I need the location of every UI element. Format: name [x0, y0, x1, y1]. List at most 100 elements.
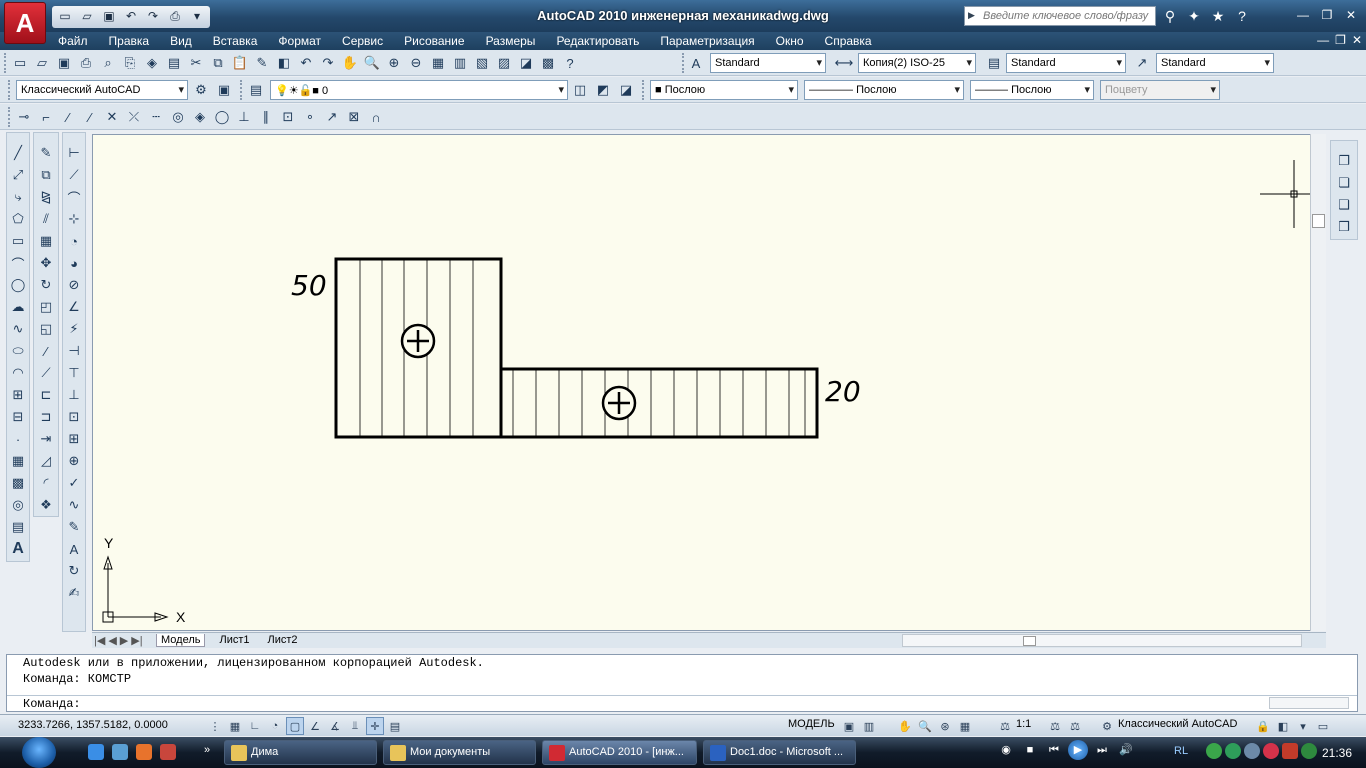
tolerance-icon[interactable]: ⊞ [64, 429, 84, 449]
make-block-icon[interactable]: ⊟ [8, 407, 28, 427]
quick-view-layouts-icon[interactable]: ▣ [840, 717, 858, 735]
favorites-star-icon[interactable]: ★ [1208, 6, 1228, 26]
media-player-icon[interactable]: ◉ [996, 740, 1016, 760]
snap-tangent-icon[interactable]: ◯ [212, 107, 232, 127]
toolbar-grip[interactable] [4, 53, 7, 73]
command-input[interactable]: Команда: [7, 695, 1357, 712]
snap-insert-icon[interactable]: ⊡ [278, 107, 298, 127]
menu-item[interactable]: Вставка [213, 34, 258, 48]
last-tab-icon[interactable]: ▶| [131, 634, 142, 647]
undo-icon[interactable]: ↶ [296, 53, 316, 73]
break-icon[interactable]: ⊐ [36, 407, 56, 427]
menu-item[interactable]: Формат [278, 34, 321, 48]
insert-block-icon[interactable]: ⊞ [8, 385, 28, 405]
arc-length-icon[interactable]: ⌒ [64, 187, 84, 207]
angular-icon[interactable]: ∠ [64, 297, 84, 317]
sheet-set-manager-icon[interactable]: ▨ [494, 53, 514, 73]
revcloud-icon[interactable]: ☁ [8, 297, 28, 317]
chamfer-icon[interactable]: ◿ [36, 451, 56, 471]
linetype-select[interactable]: ———— Послою [804, 80, 964, 100]
update-tray-icon[interactable] [1301, 743, 1317, 759]
markup-icon[interactable]: ◪ [516, 53, 536, 73]
ortho-icon[interactable]: ∟ [246, 717, 264, 735]
command-scrollbar[interactable] [1269, 697, 1349, 709]
stop-icon[interactable]: ■ [1020, 740, 1040, 760]
block-editor-icon[interactable]: ◧ [274, 53, 294, 73]
annotation-visibility-icon[interactable]: ⚖ [1046, 717, 1064, 735]
mtext-icon[interactable]: A [8, 539, 28, 559]
aligned-dim-icon[interactable]: ⟋ [64, 165, 84, 185]
dim-style-select[interactable]: Копия(2) ISO-25 [858, 53, 976, 73]
clock[interactable]: 21:36 [1322, 746, 1352, 760]
continue-icon[interactable]: ⊤ [64, 363, 84, 383]
polyline-icon[interactable]: ⤷ [8, 187, 28, 207]
snap-intersection-icon[interactable]: ✕ [102, 107, 122, 127]
toolbar-grip[interactable] [682, 53, 685, 73]
zoom-status-icon[interactable]: 🔍 [916, 717, 934, 735]
minimize-button[interactable]: — [1292, 6, 1314, 24]
mleader-style-icon[interactable]: ↗ [1132, 53, 1152, 73]
redo-icon[interactable]: ↷ [318, 53, 338, 73]
quick-dim-icon[interactable]: ⚡ [64, 319, 84, 339]
snap-nearest-icon[interactable]: ↗ [322, 107, 342, 127]
restore-button[interactable]: ❐ [1316, 6, 1338, 24]
osnap-settings-icon[interactable]: ∩ [366, 107, 386, 127]
tab-model[interactable]: Модель [156, 634, 206, 647]
lineweight-toggle-icon[interactable]: ▤ [386, 717, 404, 735]
publish-icon[interactable]: ⎘ [120, 53, 140, 73]
annotation-scale-icon[interactable]: ⚖ [996, 717, 1014, 735]
showmotion-icon[interactable]: ▦ [956, 717, 974, 735]
ordinate-icon[interactable]: ⊹ [64, 209, 84, 229]
show-desktop-icon[interactable] [112, 744, 128, 760]
snap-apparent-icon[interactable]: ⤫ [124, 107, 144, 127]
layer-properties-icon[interactable]: ▤ [246, 80, 266, 100]
plot-preview-icon[interactable]: ⌕ [98, 53, 118, 73]
stretch-icon[interactable]: ◱ [36, 319, 56, 339]
design-center-icon[interactable]: ▥ [450, 53, 470, 73]
zoom-realtime-icon[interactable]: 🔍 [362, 53, 382, 73]
point-icon[interactable]: · [8, 429, 28, 449]
status-menu-icon[interactable]: ▾ [1294, 717, 1312, 735]
construction-line-icon[interactable]: ⤢ [8, 165, 28, 185]
copy-object-icon[interactable]: ⧉ [36, 165, 56, 185]
move-icon[interactable]: ✥ [36, 253, 56, 273]
previous-icon[interactable]: ⏮ [1044, 740, 1064, 760]
diameter-icon[interactable]: ⊘ [64, 275, 84, 295]
dyn-input-icon[interactable]: ✛ [366, 717, 384, 735]
horizontal-scroll-thumb[interactable] [1023, 636, 1036, 646]
temp-track-icon[interactable]: ⊸ [14, 107, 34, 127]
toolbar-grip[interactable] [642, 80, 645, 100]
clean-screen-icon[interactable]: ▭ [1314, 717, 1332, 735]
lock-icon[interactable]: 🔒 [1254, 717, 1272, 735]
hatch-icon[interactable]: ▦ [8, 451, 28, 471]
3d-dwf-icon[interactable]: ◈ [142, 53, 162, 73]
workspace-select[interactable]: Классический AutoCAD [16, 80, 188, 100]
help-icon[interactable]: ? [560, 53, 580, 73]
table-style-select[interactable]: Standard [1006, 53, 1126, 73]
menu-item[interactable]: Размеры [486, 34, 536, 48]
polygon-icon[interactable]: ⬠ [8, 209, 28, 229]
taskbar-button-word[interactable]: Doc1.doc - Microsoft ... [703, 740, 856, 765]
workspace-settings-icon[interactable]: ⚙ [191, 80, 211, 100]
fillet-icon[interactable]: ◜ [36, 473, 56, 493]
binoculars-icon[interactable]: ⚲ [1160, 6, 1180, 26]
circle-icon[interactable]: ◯ [8, 275, 28, 295]
ellipse-icon[interactable]: ⬭ [8, 341, 28, 361]
qnew-icon[interactable]: ▭ [10, 53, 30, 73]
lineweight-select[interactable]: ——— Послою [970, 80, 1094, 100]
color-select[interactable]: ■ Послою [650, 80, 798, 100]
steering-wheel-icon[interactable]: ⊛ [936, 717, 954, 735]
toolbar-grip[interactable] [8, 107, 11, 127]
workspace-switch[interactable]: Классический AutoCAD [1118, 718, 1237, 730]
dim-space-icon[interactable]: ⊥ [64, 385, 84, 405]
toolbar-grip[interactable] [8, 80, 11, 100]
copy-icon[interactable]: ⧉ [208, 53, 228, 73]
snap-extension-icon[interactable]: ┄ [146, 107, 166, 127]
quick-launch-more-icon[interactable]: » [204, 744, 210, 756]
dim-break-icon[interactable]: ⊡ [64, 407, 84, 427]
menu-item[interactable]: Окно [776, 34, 804, 48]
annotation-scale-value[interactable]: 1:1 [1016, 718, 1031, 730]
explode-icon[interactable]: ❖ [36, 495, 56, 515]
ie-icon[interactable] [88, 744, 104, 760]
jogged-icon[interactable]: ◕ [64, 253, 84, 273]
